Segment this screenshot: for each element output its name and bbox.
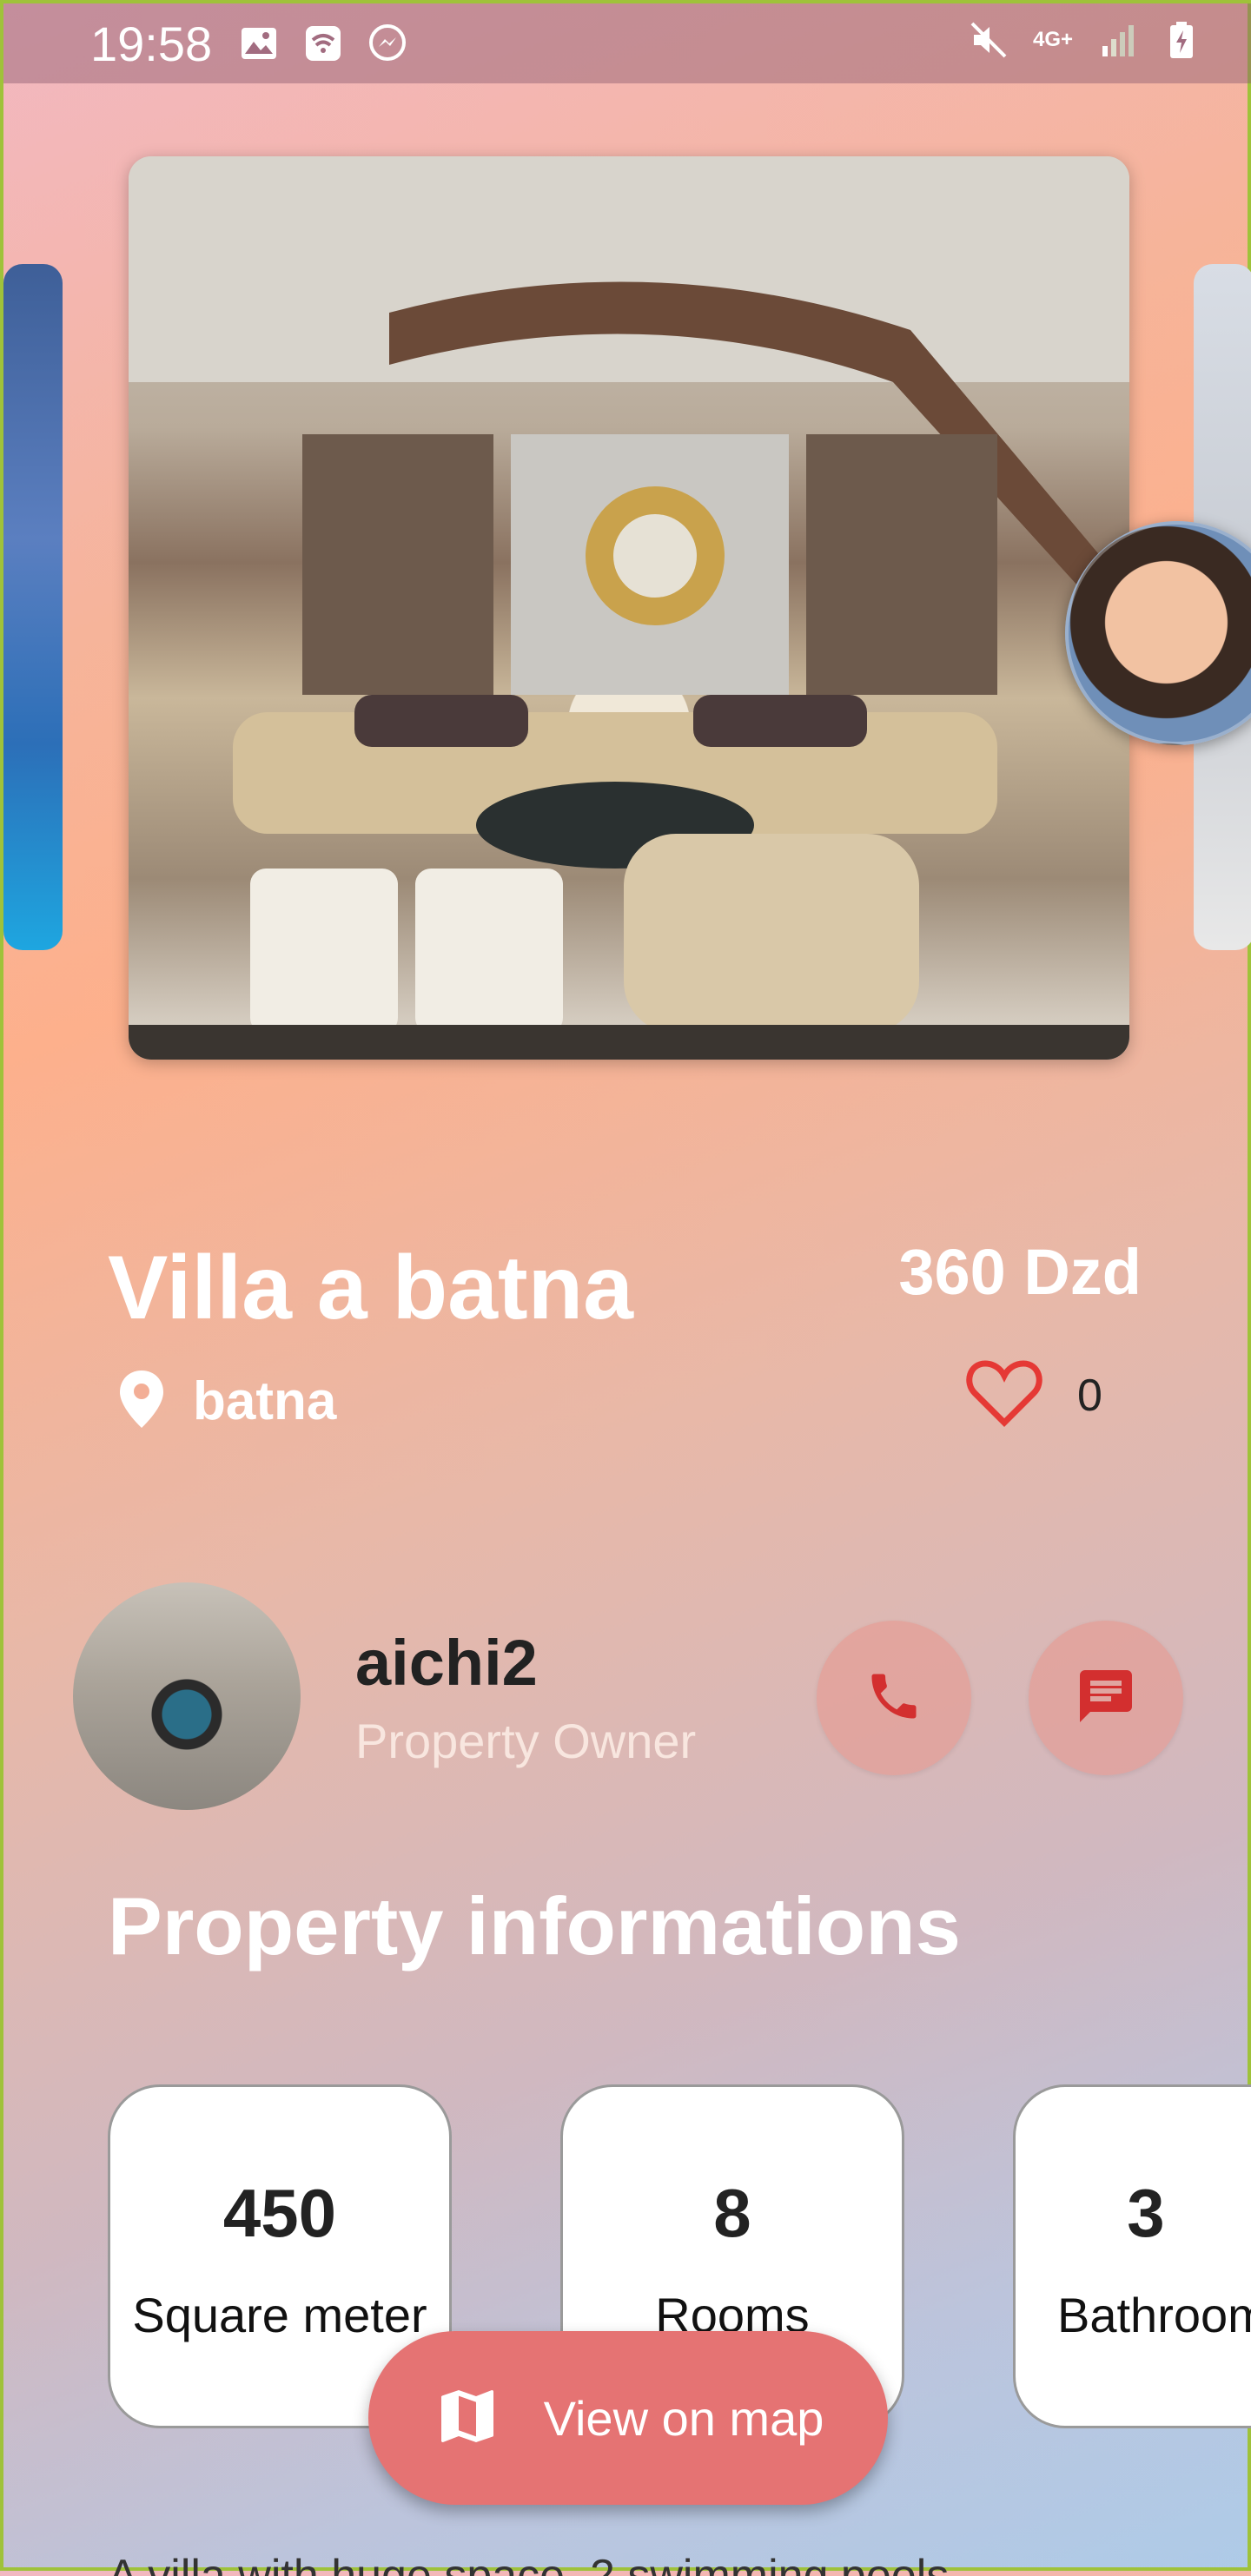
info-card-bathrooms: 3 Bathrooms: [1013, 2084, 1251, 2428]
message-button[interactable]: [1029, 1621, 1183, 1775]
map-icon: [433, 2381, 502, 2455]
owner-avatar[interactable]: [73, 1582, 301, 1810]
section-title: Property informations: [108, 1880, 961, 1972]
info-card-value: 8: [713, 2175, 751, 2251]
status-time: 19:58: [90, 16, 213, 71]
image-icon: [238, 23, 280, 64]
info-card-label: Bathrooms: [1057, 2288, 1251, 2342]
owner-name: aichi2: [355, 1627, 538, 1699]
call-button[interactable]: [817, 1621, 971, 1775]
phone-icon: [864, 1667, 923, 1730]
location-pin-icon: [116, 1369, 167, 1434]
mute-icon: [968, 19, 1009, 61]
battery-charging-icon: [1161, 19, 1202, 61]
like-count: 0: [1077, 1370, 1102, 1421]
view-on-map-button[interactable]: View on map: [368, 2331, 888, 2505]
status-bar: 19:58 4G+: [3, 3, 1251, 83]
view-on-map-label: View on map: [543, 2390, 824, 2446]
info-card-value: 3: [1127, 2175, 1165, 2251]
property-price: 360 Dzd: [898, 1236, 1142, 1308]
message-icon: [1075, 1665, 1137, 1732]
carousel-prev-image[interactable]: [3, 264, 63, 950]
property-image[interactable]: [129, 156, 1129, 1060]
signal-icon: [1096, 19, 1138, 61]
property-location: batna: [116, 1369, 336, 1434]
property-title: Villa a batna: [108, 1238, 634, 1338]
info-card-value: 450: [222, 2175, 337, 2251]
wifi-calling-icon: [302, 23, 344, 64]
property-description: A villa with huge space, 2 swimming pool…: [108, 2551, 950, 2576]
messenger-icon: [367, 23, 408, 64]
like-group: 0: [966, 1358, 1102, 1432]
heart-icon[interactable]: [966, 1358, 1042, 1432]
location-text: batna: [193, 1371, 337, 1431]
network-4g-icon: 4G+: [1032, 28, 1074, 51]
owner-role: Property Owner: [355, 1714, 697, 1768]
info-card-label: Square meter: [132, 2288, 427, 2342]
